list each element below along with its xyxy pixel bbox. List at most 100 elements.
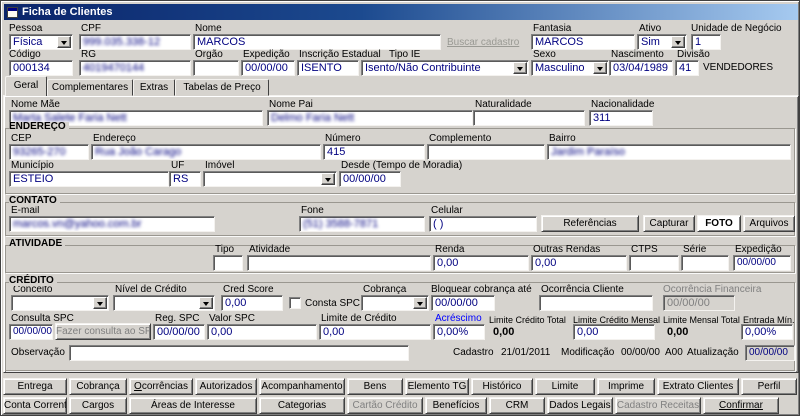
tipo-ie-value: Isento/Não Contribuinte <box>365 62 481 74</box>
numero-field[interactable]: 415 <box>323 144 425 160</box>
arquivos-button[interactable]: Arquivos <box>743 215 795 232</box>
tab-extras[interactable]: Extras <box>133 79 175 96</box>
naturalidade-field[interactable] <box>473 110 585 126</box>
limite-credito-mensal-field[interactable]: 0,00 <box>573 324 655 340</box>
tab-complementares[interactable]: Complementares <box>47 79 133 96</box>
historico-button[interactable]: Histórico <box>471 378 533 395</box>
foto-panel[interactable]: FOTO <box>697 215 741 232</box>
uf-field[interactable]: RS <box>169 171 201 187</box>
elemento-tg-button[interactable]: Elemento TG <box>405 378 469 395</box>
acompanhamento-button[interactable]: Acompanhamento <box>259 378 345 395</box>
chevron-down-icon[interactable] <box>93 297 107 309</box>
limite-credito-field[interactable]: 0,00 <box>319 324 431 340</box>
ctps-label: CTPS <box>631 244 658 255</box>
referencias-button[interactable]: Referências <box>541 215 639 232</box>
cred-score-field[interactable]: 0,00 <box>221 295 283 311</box>
confirmar-button[interactable]: Confirmar <box>703 397 779 414</box>
categorias-button[interactable]: Categorias <box>259 397 345 414</box>
consulta-spc-field[interactable]: 00/00/00 <box>9 324 53 340</box>
chevron-down-icon[interactable] <box>671 36 685 48</box>
ocorrencia-cliente-field[interactable] <box>539 295 653 311</box>
nivel-credito-select[interactable] <box>113 295 215 311</box>
expedicao-ctps-field[interactable]: 00/00/00 <box>733 255 791 271</box>
nome-field[interactable]: MARCOS <box>193 34 441 50</box>
cargos-button[interactable]: Cargos <box>69 397 127 414</box>
cadastro-receitas-button[interactable]: Cadastro Receitas <box>615 397 701 414</box>
autorizados-button[interactable]: Autorizados <box>195 378 257 395</box>
ativo-select[interactable]: Sim <box>637 34 687 50</box>
rg-field[interactable]: 4019470144 <box>79 60 191 76</box>
consta-spc-checkbox[interactable] <box>289 297 301 309</box>
fone-field[interactable]: (51) 3588-7871 <box>299 216 425 232</box>
dados-legais-button[interactable]: Dados Legais <box>547 397 613 414</box>
cep-field[interactable]: 93265-270 <box>9 144 89 160</box>
chevron-down-icon[interactable] <box>413 297 427 309</box>
cep-value: 93265-270 <box>13 146 66 158</box>
modificacao-value: 00/00/00 <box>621 347 660 358</box>
sexo-select[interactable]: Masculino <box>531 60 609 76</box>
expedicao-field[interactable]: 00/00/00 <box>241 60 295 76</box>
buscar-cadastro-link[interactable]: Buscar cadastro <box>447 38 519 48</box>
outras-rendas-field[interactable]: 0,00 <box>531 255 627 271</box>
perfil-button[interactable]: Perfil <box>741 378 797 395</box>
imprime-button[interactable]: Imprime <box>597 378 655 395</box>
nacionalidade-field[interactable]: 311 <box>589 110 653 126</box>
chevron-down-icon[interactable] <box>513 62 527 74</box>
chevron-down-icon[interactable] <box>57 36 71 48</box>
tab-geral[interactable]: Geral <box>5 76 47 96</box>
email-field[interactable]: marcos.vn@yahoo.com.br <box>9 216 215 232</box>
crm-button[interactable]: CRM <box>489 397 545 414</box>
bens-button[interactable]: Bens <box>347 378 403 395</box>
tipo-atividade-field[interactable] <box>213 255 243 271</box>
atualizacao-label: Atualização <box>687 347 739 358</box>
acrescimo-field[interactable]: 0,00% <box>433 324 485 340</box>
cartao-credito-button[interactable]: Cartão Crédito <box>347 397 423 414</box>
municipio-field[interactable]: ESTEIO <box>9 171 169 187</box>
bloquear-cobranca-field[interactable]: 00/00/00 <box>431 295 495 311</box>
conta-corrente-button[interactable]: Conta Corrente <box>3 397 67 414</box>
observacao-field[interactable] <box>69 345 409 361</box>
fantasia-field[interactable]: MARCOS <box>531 34 635 50</box>
ctps-field[interactable] <box>629 255 679 271</box>
tipo-ie-select[interactable]: Isento/Não Contribuinte <box>361 60 529 76</box>
nascimento-field[interactable]: 03/04/1989 <box>609 60 673 76</box>
fone-label: Fone <box>301 205 324 216</box>
ocorrencias-button[interactable]: Ocorrências <box>129 378 193 395</box>
areas-de-interesse-button[interactable]: Áreas de Interesse <box>129 397 257 414</box>
entrega-button[interactable]: Entrega <box>3 378 67 395</box>
capturar-button[interactable]: Capturar <box>643 215 695 232</box>
serie-field[interactable] <box>681 255 729 271</box>
complemento-field[interactable] <box>427 144 545 160</box>
atividade-field[interactable] <box>247 255 431 271</box>
cobranca-button[interactable]: Cobrança <box>69 378 127 395</box>
inscricao-estadual-field[interactable]: ISENTO <box>297 60 359 76</box>
titlebar[interactable]: Ficha de Clientes <box>4 4 798 20</box>
extrato-clientes-button[interactable]: Extrato Clientes <box>657 378 739 395</box>
desde-field[interactable]: 00/00/00 <box>339 171 401 187</box>
reg-spc-field[interactable]: 00/00/00 <box>153 324 205 340</box>
bairro-field[interactable]: Jardim Paraíso <box>547 144 791 160</box>
cpf-field[interactable]: 999.035.338-12 <box>79 34 191 50</box>
divisao-field[interactable]: 41 <box>675 60 699 76</box>
chevron-down-icon[interactable] <box>593 62 607 74</box>
chevron-down-icon[interactable] <box>321 173 335 185</box>
conceito-select[interactable] <box>11 295 109 311</box>
cobranca-select[interactable] <box>361 295 429 311</box>
celular-field[interactable]: ( ) <box>429 216 537 232</box>
renda-field[interactable]: 0,00 <box>433 255 529 271</box>
beneficios-button[interactable]: Benefícios <box>425 397 487 414</box>
entrada-min-field[interactable]: 0,00% <box>741 324 793 340</box>
fazer-consulta-spc-button[interactable]: Fazer consulta ao SPC <box>55 323 151 340</box>
orgao-field[interactable] <box>193 60 239 76</box>
imovel-select[interactable] <box>203 171 337 187</box>
rg-value: 4019470144 <box>83 62 145 74</box>
valor-spc-field[interactable]: 0,00 <box>207 324 317 340</box>
endereco-field[interactable]: Rua João Carago <box>91 144 321 160</box>
codigo-field[interactable]: 000134 <box>9 60 73 76</box>
unidade-negocio-field[interactable]: 1 <box>691 34 721 50</box>
tab-tabelas-de-preco[interactable]: Tabelas de Preço <box>175 79 269 96</box>
chevron-down-icon[interactable] <box>199 297 213 309</box>
nome-pai-field[interactable]: Delmo Faria Nett <box>267 110 473 126</box>
limite-button[interactable]: Limite <box>535 378 595 395</box>
pessoa-select[interactable]: Física <box>9 34 73 50</box>
